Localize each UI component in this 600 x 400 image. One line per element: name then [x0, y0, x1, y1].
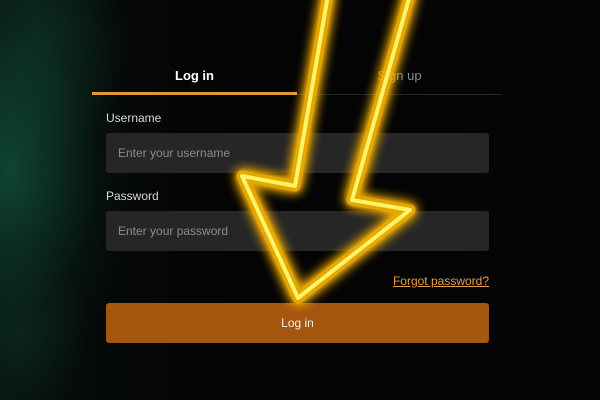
log-in-button[interactable]: Log in	[106, 303, 489, 343]
tab-sign-up[interactable]: Sign up	[297, 60, 502, 94]
forgot-password-link[interactable]: Forgot password?	[393, 274, 489, 288]
password-input[interactable]	[106, 211, 489, 251]
active-tab-indicator	[92, 92, 297, 95]
login-form: Log in Sign up Username Password Forgot …	[92, 60, 502, 360]
password-label: Password	[106, 189, 159, 203]
username-label: Username	[106, 111, 162, 125]
username-input[interactable]	[106, 133, 489, 173]
auth-tabs: Log in Sign up	[92, 60, 502, 95]
tab-log-in[interactable]: Log in	[92, 60, 297, 94]
